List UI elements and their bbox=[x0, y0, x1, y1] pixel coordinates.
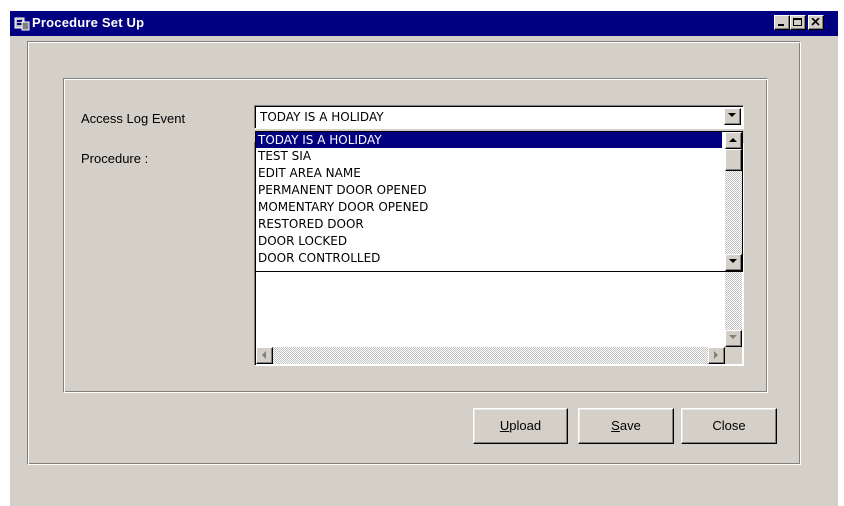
procedure-setup-icon bbox=[14, 17, 30, 31]
scroll-left-button[interactable] bbox=[256, 347, 273, 364]
arrow-up-icon bbox=[729, 138, 737, 142]
arrow-down-icon bbox=[729, 335, 737, 339]
arrow-left-icon bbox=[262, 351, 266, 359]
dropdown-option[interactable]: TODAY IS A HOLIDAY bbox=[256, 132, 722, 148]
procedure-setup-window: Procedure Set Up Access Log Event Proced… bbox=[10, 11, 838, 506]
arrow-down-icon bbox=[729, 259, 737, 263]
save-mnemonic: S bbox=[611, 418, 620, 433]
close-window-button[interactable] bbox=[808, 15, 824, 30]
chevron-down-icon bbox=[728, 113, 736, 117]
dropdown-toggle-button[interactable] bbox=[724, 108, 741, 125]
dropdown-option[interactable]: DOOR LOCKED bbox=[256, 233, 722, 249]
upload-mnemonic: U bbox=[499, 418, 510, 433]
save-label: ave bbox=[619, 418, 641, 433]
access-log-event-value: TODAY IS A HOLIDAY bbox=[260, 110, 384, 124]
upload-button[interactable]: Upload bbox=[473, 408, 568, 444]
dropdown-option[interactable]: TEST SIA bbox=[256, 148, 722, 164]
access-log-event-dropdown-list: TODAY IS A HOLIDAY TEST SIA EDIT AREA NA… bbox=[255, 131, 743, 272]
procedure-label: Procedure : bbox=[81, 151, 149, 166]
window-title: Procedure Set Up bbox=[32, 15, 145, 30]
maximize-button[interactable] bbox=[790, 15, 806, 30]
dropdown-option[interactable]: MOMENTARY DOOR OPENED bbox=[256, 199, 722, 215]
dropdown-scrollbar[interactable] bbox=[725, 132, 742, 271]
minimize-button[interactable] bbox=[774, 15, 790, 30]
access-log-event-label: Access Log Event bbox=[81, 111, 186, 126]
minimize-icon bbox=[778, 24, 784, 26]
dropdown-option[interactable]: EDIT AREA NAME bbox=[256, 165, 722, 181]
title-bar[interactable]: Procedure Set Up bbox=[10, 11, 838, 36]
close-button[interactable]: Close bbox=[681, 408, 777, 444]
scroll-right-button[interactable] bbox=[708, 347, 725, 364]
maximize-icon bbox=[793, 18, 802, 26]
save-button[interactable]: Save bbox=[578, 408, 674, 444]
dropdown-scroll-down-button[interactable] bbox=[725, 254, 742, 271]
scroll-corner bbox=[725, 347, 742, 364]
dropdown-option[interactable]: DOOR CONTROLLED bbox=[256, 250, 722, 266]
access-log-event-select[interactable]: TODAY IS A HOLIDAY bbox=[254, 105, 744, 129]
dropdown-option[interactable]: PERMANENT DOOR OPENED bbox=[256, 182, 722, 198]
procedure-horizontal-scrollbar[interactable] bbox=[256, 347, 725, 364]
dropdown-option[interactable]: RESTORED DOOR bbox=[256, 216, 722, 232]
arrow-right-icon bbox=[714, 351, 718, 359]
dropdown-scroll-up-button[interactable] bbox=[725, 132, 742, 149]
scroll-down-button[interactable] bbox=[725, 330, 742, 347]
close-label: Close bbox=[712, 418, 746, 433]
upload-label: pload bbox=[509, 418, 542, 433]
close-icon bbox=[811, 18, 820, 26]
dropdown-scroll-thumb[interactable] bbox=[725, 149, 742, 171]
